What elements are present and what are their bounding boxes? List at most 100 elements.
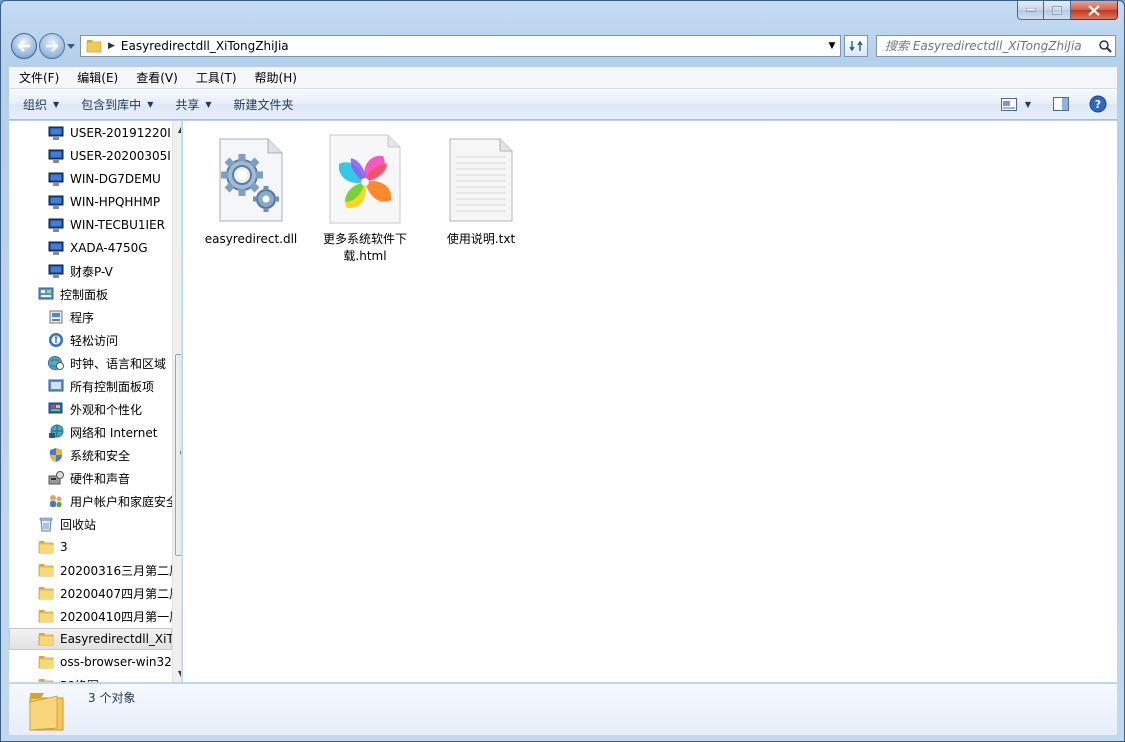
share-button[interactable]: 共享 ▼ — [167, 96, 219, 113]
folder-icon — [29, 693, 64, 731]
nav-item-label: 20200316三月第二周 — [60, 563, 182, 578]
nav-item[interactable]: WIN-DG7DEMU — [48, 168, 172, 190]
help-button[interactable]: ? — [1089, 95, 1107, 113]
nav-item[interactable]: 回收站 — [38, 513, 172, 535]
minimize-button[interactable] — [1017, 1, 1044, 20]
file-item-txt[interactable]: 使用说明.txt — [431, 129, 531, 248]
nav-item[interactable]: WIN-TECBU1IER — [48, 214, 172, 236]
recent-pages-dropdown[interactable] — [67, 42, 75, 50]
computer-icon — [48, 171, 64, 187]
nav-item[interactable]: 财泰P-V — [48, 260, 172, 282]
nav-scrollbar[interactable]: ▲ ≡ ▼ — [172, 121, 181, 682]
nav-item[interactable]: 所有控制面板项 — [48, 375, 172, 397]
file-name: 更多系统软件下载.html — [322, 232, 407, 263]
nav-item-label: 网络和 Internet — [70, 425, 158, 440]
menu-view[interactable]: 查看(V) — [126, 69, 186, 86]
computer-icon — [48, 240, 64, 256]
nav-item-label: WIN-DG7DEMU — [70, 172, 161, 186]
nav-item[interactable]: 硬件和声音 — [48, 467, 172, 489]
scroll-up-icon[interactable]: ▲ — [173, 121, 181, 138]
computer-icon — [48, 263, 64, 279]
nav-item-label: 财泰P-V — [70, 264, 113, 279]
menu-bar: 文件(F) 编辑(E) 查看(V) 工具(T) 帮助(H) — [9, 67, 1117, 89]
nav-item[interactable]: 程序 — [48, 306, 172, 328]
back-button[interactable] — [11, 33, 37, 59]
search-input[interactable] — [877, 38, 1095, 54]
new-folder-label: 新建文件夹 — [233, 97, 294, 112]
nav-item[interactable]: 网络和 Internet — [48, 421, 172, 443]
close-icon — [1088, 4, 1100, 16]
scroll-thumb[interactable]: ≡ — [175, 354, 181, 556]
forward-button[interactable] — [39, 33, 65, 59]
details-pane: 3 个对象 — [9, 683, 1117, 735]
address-dropdown-icon[interactable]: ▼ — [824, 41, 840, 51]
nav-item-label: 回收站 — [60, 517, 97, 532]
close-button[interactable] — [1071, 1, 1118, 20]
control-panel-icon — [38, 286, 54, 302]
nav-item[interactable]: 外观和个性化 — [48, 398, 172, 420]
nav-item[interactable]: 时钟、语言和区域 — [48, 352, 172, 374]
search-box[interactable] — [876, 35, 1116, 57]
preview-pane-button[interactable] — [1053, 97, 1069, 111]
computer-icon — [48, 217, 64, 233]
menu-edit[interactable]: 编辑(E) — [67, 69, 126, 86]
nav-item[interactable]: USER-20200305I — [48, 145, 172, 167]
nav-item-label: P8换图 — [60, 677, 99, 683]
maximize-icon — [1052, 5, 1062, 15]
nav-item[interactable]: 3 — [38, 536, 172, 558]
nav-item[interactable]: WIN-HPQHHMP — [48, 191, 172, 213]
chevron-down-icon: ▼ — [53, 99, 60, 109]
new-folder-button[interactable]: 新建文件夹 — [226, 96, 302, 113]
nav-item[interactable]: XADA-4750G — [48, 237, 172, 259]
clock-language-icon — [48, 355, 64, 371]
scroll-down-icon[interactable]: ▼ — [173, 665, 181, 682]
explorer-window: ▶ Easyredirectdll_XiTongZhiJia ▼ 文件(F) 编… — [0, 0, 1125, 742]
nav-item[interactable]: oss-browser-win32 — [38, 651, 172, 673]
nav-item[interactable]: USER-20191220I — [48, 122, 172, 144]
view-icon — [1000, 97, 1017, 111]
nav-item-label: 程序 — [70, 310, 95, 325]
address-path[interactable]: Easyredirectdll_XiTongZhiJia — [121, 39, 824, 53]
nav-item[interactable]: 20200410四月第一周 — [38, 605, 181, 627]
nav-item-label: 控制面板 — [60, 287, 109, 302]
organize-button[interactable]: 组织 ▼ — [15, 96, 67, 113]
user-accounts-icon — [48, 493, 64, 509]
text-file-icon — [436, 129, 526, 225]
nav-item[interactable]: 系统和安全 — [48, 444, 172, 466]
folder-icon — [38, 654, 54, 670]
folder-icon — [38, 585, 54, 601]
menu-file[interactable]: 文件(F) — [9, 69, 67, 86]
search-icon[interactable] — [1095, 39, 1115, 53]
refresh-icon — [849, 40, 863, 52]
svg-text:?: ? — [1095, 98, 1101, 111]
nav-item-label: 所有控制面板项 — [70, 379, 155, 394]
address-bar[interactable]: ▶ Easyredirectdll_XiTongZhiJia ▼ — [80, 35, 841, 57]
nav-item[interactable]: 20200316三月第二周 — [38, 559, 181, 581]
change-view-button[interactable] — [1000, 97, 1017, 111]
nav-item[interactable]: Easyredirectdll_XiTongZhiJia — [9, 628, 181, 650]
nav-item-label: 20200407四月第二周 — [60, 586, 182, 601]
recycle-bin-icon — [38, 516, 54, 532]
menu-help[interactable]: 帮助(H) — [245, 69, 305, 86]
refresh-button[interactable] — [844, 35, 868, 57]
nav-item[interactable]: 轻松访问 — [48, 329, 172, 351]
nav-item[interactable]: 用户帐户和家庭安全 — [48, 490, 178, 512]
breadcrumb-arrow-icon[interactable]: ▶ — [108, 41, 115, 51]
file-item-html[interactable]: 更多系统软件下载.html — [315, 129, 415, 265]
folder-icon — [38, 608, 54, 624]
folder-icon — [38, 539, 54, 555]
ease-of-access-icon — [48, 332, 64, 348]
appearance-icon — [48, 401, 64, 417]
computer-icon — [48, 148, 64, 164]
menu-tools[interactable]: 工具(T) — [186, 69, 245, 86]
navigation-pane: P8换图 oss-browser-win32 Easyredirectdll_XiT… — [9, 121, 182, 682]
nav-item[interactable]: 控制面板 — [38, 283, 172, 305]
nav-item-label: 20200410四月第一周 — [60, 609, 182, 624]
include-library-button[interactable]: 包含到库中 ▼ — [73, 96, 161, 113]
nav-item-label: USER-20191220I — [70, 126, 171, 140]
file-item-dll[interactable]: easyredirect.dll — [201, 129, 301, 248]
maximize-button[interactable] — [1044, 1, 1071, 20]
nav-item[interactable]: 20200407四月第二周 — [38, 582, 181, 604]
view-dropdown-icon[interactable]: ▼ — [1025, 100, 1031, 109]
nav-item[interactable]: P8换图 — [38, 674, 172, 682]
